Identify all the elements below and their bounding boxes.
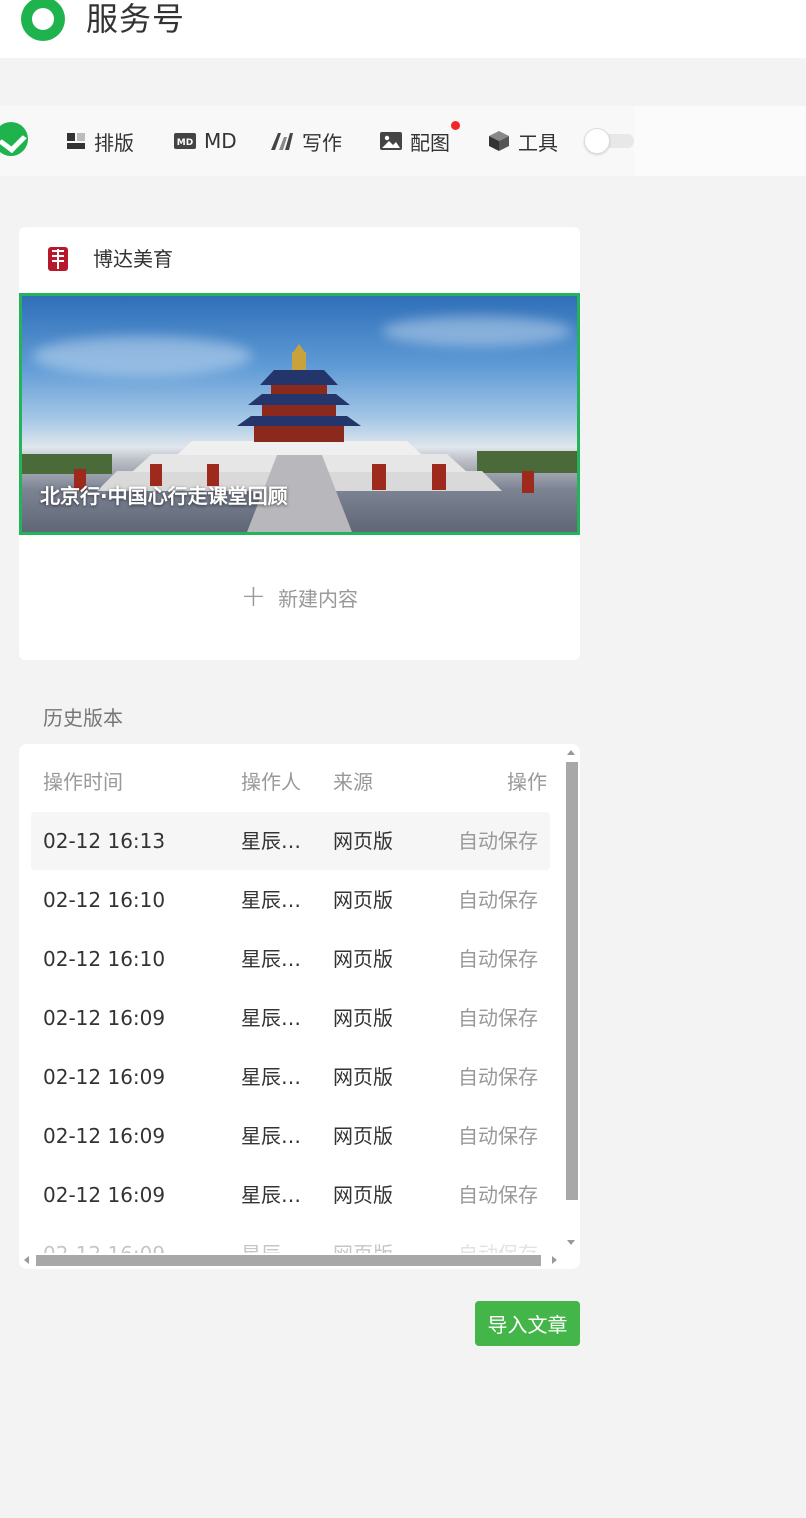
horizontal-scroll-thumb[interactable] bbox=[36, 1255, 541, 1266]
column-header-source: 来源 bbox=[333, 770, 373, 794]
vertical-scrollbar[interactable] bbox=[564, 744, 578, 1254]
column-header-operator: 操作人 bbox=[241, 770, 301, 794]
toolbar-item-label: 工具 bbox=[518, 130, 558, 155]
scroll-up-arrow-icon[interactable] bbox=[567, 750, 575, 755]
row-time: 02-12 16:09 bbox=[43, 1124, 166, 1148]
toolbar-item-label: MD bbox=[204, 129, 237, 153]
row-time: 02-12 16:09 bbox=[43, 1006, 166, 1030]
row-time: 02-12 16:09 bbox=[43, 1183, 166, 1207]
row-operator: 星辰… bbox=[241, 1238, 301, 1253]
row-time: 02-12 16:13 bbox=[43, 829, 166, 853]
table-row[interactable]: 02-12 16:13 星辰… 网页版 自动保存 bbox=[31, 812, 550, 870]
row-operator: 星辰… bbox=[241, 1183, 301, 1207]
table-row[interactable]: 02-12 16:10 星辰… 网页版 自动保存 bbox=[31, 930, 550, 988]
row-operator: 星辰… bbox=[241, 829, 301, 853]
new-badge-dot bbox=[451, 121, 460, 130]
toolbar-item-write[interactable]: 写作 bbox=[270, 126, 342, 156]
image-icon bbox=[380, 132, 402, 150]
row-action: 自动保存 bbox=[458, 829, 538, 853]
toolbar-item-label: 排版 bbox=[94, 130, 134, 155]
row-operator: 星辰… bbox=[241, 1006, 301, 1030]
toolbar-item-md[interactable]: MD MD bbox=[174, 126, 237, 156]
row-operator: 星辰… bbox=[241, 1124, 301, 1148]
row-time: 02-12 16:10 bbox=[43, 888, 166, 912]
row-operator: 星辰… bbox=[241, 947, 301, 971]
row-operator: 星辰… bbox=[241, 888, 301, 912]
toolbar-item-tools[interactable]: 工具 bbox=[488, 126, 558, 156]
import-article-button[interactable]: 导入文章 bbox=[475, 1301, 580, 1346]
new-content-label: 新建内容 bbox=[278, 586, 359, 611]
row-operator: 星辰… bbox=[241, 1065, 301, 1089]
table-row[interactable]: 02-12 16:09 星辰… 网页版 自动保存 bbox=[31, 1225, 550, 1253]
toolbar-item-image[interactable]: 配图 bbox=[380, 126, 450, 156]
scroll-right-arrow-icon[interactable] bbox=[552, 1256, 557, 1264]
table-header: 操作时间 操作人 来源 操作 bbox=[19, 766, 559, 798]
row-source: 网页版 bbox=[333, 1006, 393, 1030]
row-source: 网页版 bbox=[333, 1124, 393, 1148]
row-source: 网页版 bbox=[333, 1238, 393, 1253]
plus-icon: + bbox=[240, 579, 267, 614]
table-row[interactable]: 02-12 16:10 星辰… 网页版 自动保存 bbox=[31, 871, 550, 929]
row-time: 02-12 16:09 bbox=[43, 1065, 166, 1089]
row-action: 自动保存 bbox=[458, 1183, 538, 1207]
ai-write-icon bbox=[271, 133, 293, 150]
scroll-left-arrow-icon[interactable] bbox=[24, 1256, 29, 1264]
horizontal-scrollbar[interactable] bbox=[19, 1253, 564, 1267]
top-header: 服务号 bbox=[0, 0, 806, 58]
history-version-table: 操作时间 操作人 来源 操作 02-12 16:13 星辰… 网页版 自动保存 … bbox=[19, 744, 580, 1269]
row-time: 02-12 16:09 bbox=[43, 1238, 165, 1253]
layout-icon bbox=[67, 133, 85, 149]
row-action: 自动保存 bbox=[458, 947, 538, 971]
row-action: 自动保存 bbox=[458, 888, 538, 912]
account-avatar-icon bbox=[48, 247, 68, 271]
table-row[interactable]: 02-12 16:09 星辰… 网页版 自动保存 bbox=[31, 1107, 550, 1165]
row-source: 网页版 bbox=[333, 829, 393, 853]
row-source: 网页版 bbox=[333, 1183, 393, 1207]
toolbar-item-label: 配图 bbox=[410, 130, 450, 155]
column-header-time: 操作时间 bbox=[43, 770, 123, 794]
scroll-down-arrow-icon[interactable] bbox=[567, 1240, 575, 1245]
row-source: 网页版 bbox=[333, 1065, 393, 1089]
wechat-service-logo-icon bbox=[21, 0, 65, 41]
row-action: 自动保存 bbox=[458, 1006, 538, 1030]
row-action: 自动保存 bbox=[458, 1124, 538, 1148]
brand-title: 服务号 bbox=[86, 0, 186, 38]
toolbar-item-label: 写作 bbox=[302, 130, 342, 155]
history-section-title: 历史版本 bbox=[43, 706, 123, 730]
markdown-icon: MD bbox=[174, 133, 196, 149]
row-time: 02-12 16:10 bbox=[43, 947, 166, 971]
column-header-action: 操作 bbox=[507, 770, 547, 794]
cube-icon bbox=[489, 131, 509, 151]
plugin-logo-icon[interactable] bbox=[0, 122, 28, 156]
table-row[interactable]: 02-12 16:09 星辰… 网页版 自动保存 bbox=[31, 989, 550, 1047]
svg-text:MD: MD bbox=[177, 138, 193, 148]
row-action: 自动保存 bbox=[458, 1238, 538, 1253]
feature-toggle[interactable] bbox=[584, 128, 634, 154]
row-source: 网页版 bbox=[333, 888, 393, 912]
table-row[interactable]: 02-12 16:09 星辰… 网页版 自动保存 bbox=[31, 1048, 550, 1106]
account-name: 博达美育 bbox=[93, 247, 173, 271]
cover-article-title: 北京行·中国心行走课堂回顾 bbox=[40, 484, 288, 508]
editor-toolbar: 排版 MD MD 写作 配图 工具 bbox=[0, 106, 806, 176]
vertical-scroll-thumb[interactable] bbox=[566, 762, 578, 1200]
article-card: 博达美育 北京行·中国心行走课堂回顾 + 新建内容 bbox=[19, 227, 580, 660]
article-cover-image[interactable]: 北京行·中国心行走课堂回顾 bbox=[19, 293, 580, 535]
row-source: 网页版 bbox=[333, 947, 393, 971]
table-row[interactable]: 02-12 16:09 星辰… 网页版 自动保存 bbox=[31, 1166, 550, 1224]
toolbar-item-layout[interactable]: 排版 bbox=[66, 126, 134, 156]
row-action: 自动保存 bbox=[458, 1065, 538, 1089]
new-content-button[interactable]: + 新建内容 bbox=[19, 567, 580, 627]
